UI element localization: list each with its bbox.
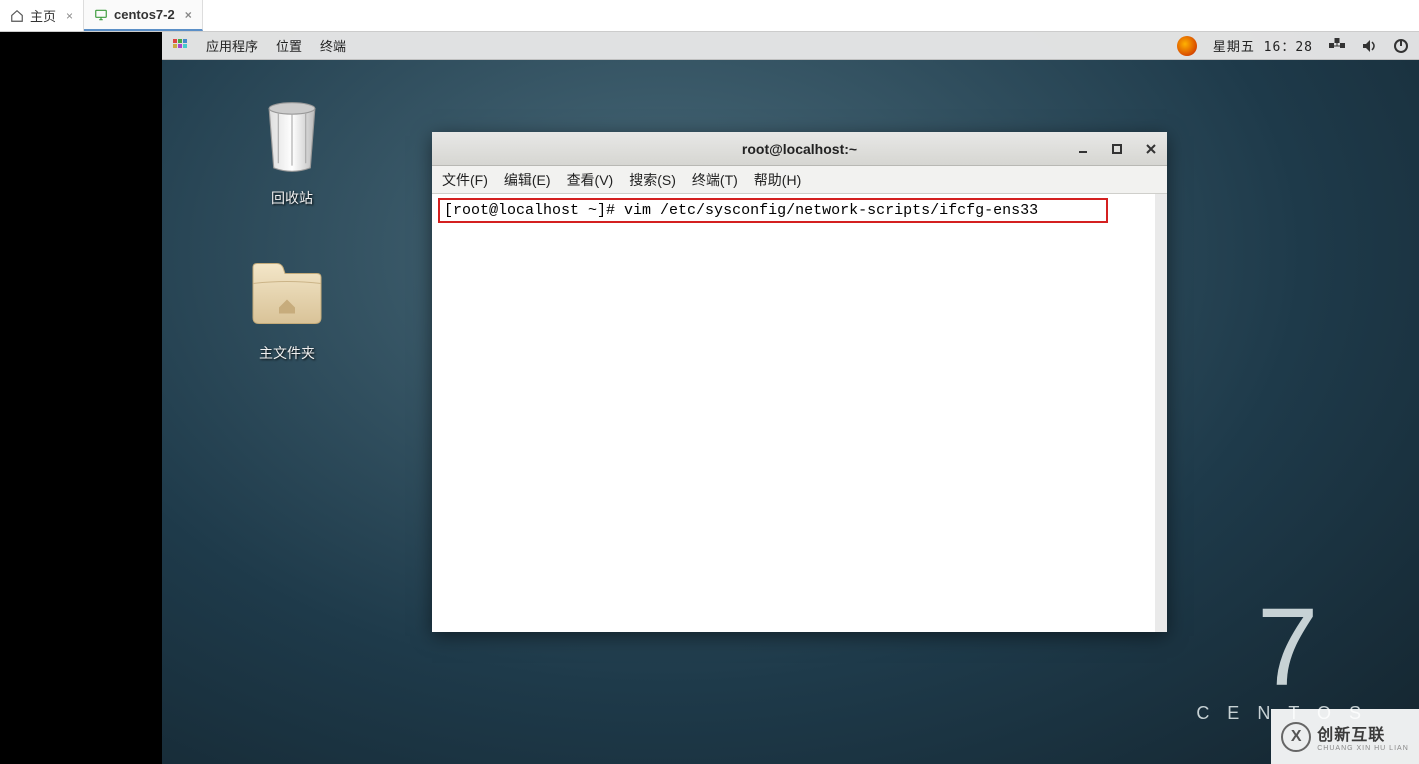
- home-folder-label: 主文件夹: [227, 343, 347, 363]
- gnome-menu-applications[interactable]: 应用程序: [206, 36, 258, 55]
- network-icon[interactable]: [1329, 38, 1345, 54]
- terminal-menu-file[interactable]: 文件(F): [442, 170, 488, 190]
- minimize-button[interactable]: [1075, 141, 1091, 157]
- tab-home-label: 主页: [30, 6, 56, 25]
- terminal-menu-view[interactable]: 查看(V): [567, 170, 614, 190]
- window-controls: [1075, 132, 1159, 166]
- terminal-scrollbar[interactable]: [1155, 194, 1167, 632]
- terminal-prompt: [root@localhost ~]#: [444, 202, 615, 219]
- terminal-window[interactable]: root@localhost:~ 文件(F) 编辑(E) 查看(V): [432, 132, 1167, 632]
- vm-tabs-bar: 主页 × centos7-2 ×: [0, 0, 1419, 32]
- monitor-icon: [94, 8, 108, 22]
- terminal-menu-search[interactable]: 搜索(S): [629, 170, 676, 190]
- guest-desktop[interactable]: 应用程序 位置 终端 星期五 16：28 回收站: [162, 32, 1419, 764]
- gnome-menu-terminal[interactable]: 终端: [320, 36, 346, 55]
- gnome-top-bar: 应用程序 位置 终端 星期五 16：28: [162, 32, 1419, 60]
- volume-icon[interactable]: [1361, 38, 1377, 54]
- tab-home[interactable]: 主页 ×: [0, 0, 84, 31]
- tab-vm-close[interactable]: ×: [185, 8, 192, 22]
- terminal-command-text: vim /etc/sysconfig/network-scripts/ifcfg…: [624, 202, 1038, 219]
- close-icon: [1145, 143, 1157, 155]
- terminal-menu-edit[interactable]: 编辑(E): [504, 170, 551, 190]
- firefox-icon[interactable]: [1177, 36, 1197, 56]
- tab-vm-label: centos7-2: [114, 7, 175, 22]
- maximize-button[interactable]: [1109, 141, 1125, 157]
- terminal-menu-terminal[interactable]: 终端(T): [692, 170, 738, 190]
- gnome-menu-places[interactable]: 位置: [276, 36, 302, 55]
- apps-grid-icon: [172, 38, 188, 54]
- terminal-title: root@localhost:~: [742, 141, 857, 157]
- desktop-icon-trash[interactable]: 回收站: [232, 97, 352, 208]
- maximize-icon: [1111, 143, 1123, 155]
- home-icon: [10, 9, 24, 23]
- power-icon[interactable]: [1393, 38, 1409, 54]
- minimize-icon: [1077, 143, 1089, 155]
- terminal-command-line: [root@localhost ~]# vim /etc/sysconfig/n…: [438, 198, 1108, 223]
- close-button[interactable]: [1143, 141, 1159, 157]
- watermark-subtext: CHUANG XIN HU LIAN: [1317, 745, 1409, 752]
- terminal-body[interactable]: [root@localhost ~]# vim /etc/sysconfig/n…: [432, 194, 1167, 632]
- trash-label: 回收站: [232, 188, 352, 208]
- folder-home-icon: [247, 257, 327, 332]
- watermark-text: 创新互联: [1317, 721, 1409, 745]
- terminal-title-bar[interactable]: root@localhost:~: [432, 132, 1167, 166]
- vm-black-sidebar: [0, 32, 162, 764]
- main-area: 应用程序 位置 终端 星期五 16：28 回收站: [0, 32, 1419, 764]
- watermark: X 创新互联 CHUANG XIN HU LIAN: [1271, 709, 1419, 764]
- terminal-menu-help[interactable]: 帮助(H): [754, 170, 801, 190]
- centos-branding: 7 CENTOS: [1196, 593, 1379, 724]
- gnome-status-area: 星期五 16：28: [1177, 36, 1409, 56]
- centos-version-number: 7: [1196, 593, 1379, 703]
- trash-icon: [257, 97, 327, 177]
- watermark-logo: X: [1281, 722, 1311, 752]
- clock[interactable]: 星期五 16：28: [1213, 36, 1313, 55]
- desktop-icon-home-folder[interactable]: 主文件夹: [227, 257, 347, 363]
- terminal-menu-bar: 文件(F) 编辑(E) 查看(V) 搜索(S) 终端(T) 帮助(H): [432, 166, 1167, 194]
- tab-home-close[interactable]: ×: [66, 9, 73, 23]
- tab-vm-centos[interactable]: centos7-2 ×: [84, 0, 203, 31]
